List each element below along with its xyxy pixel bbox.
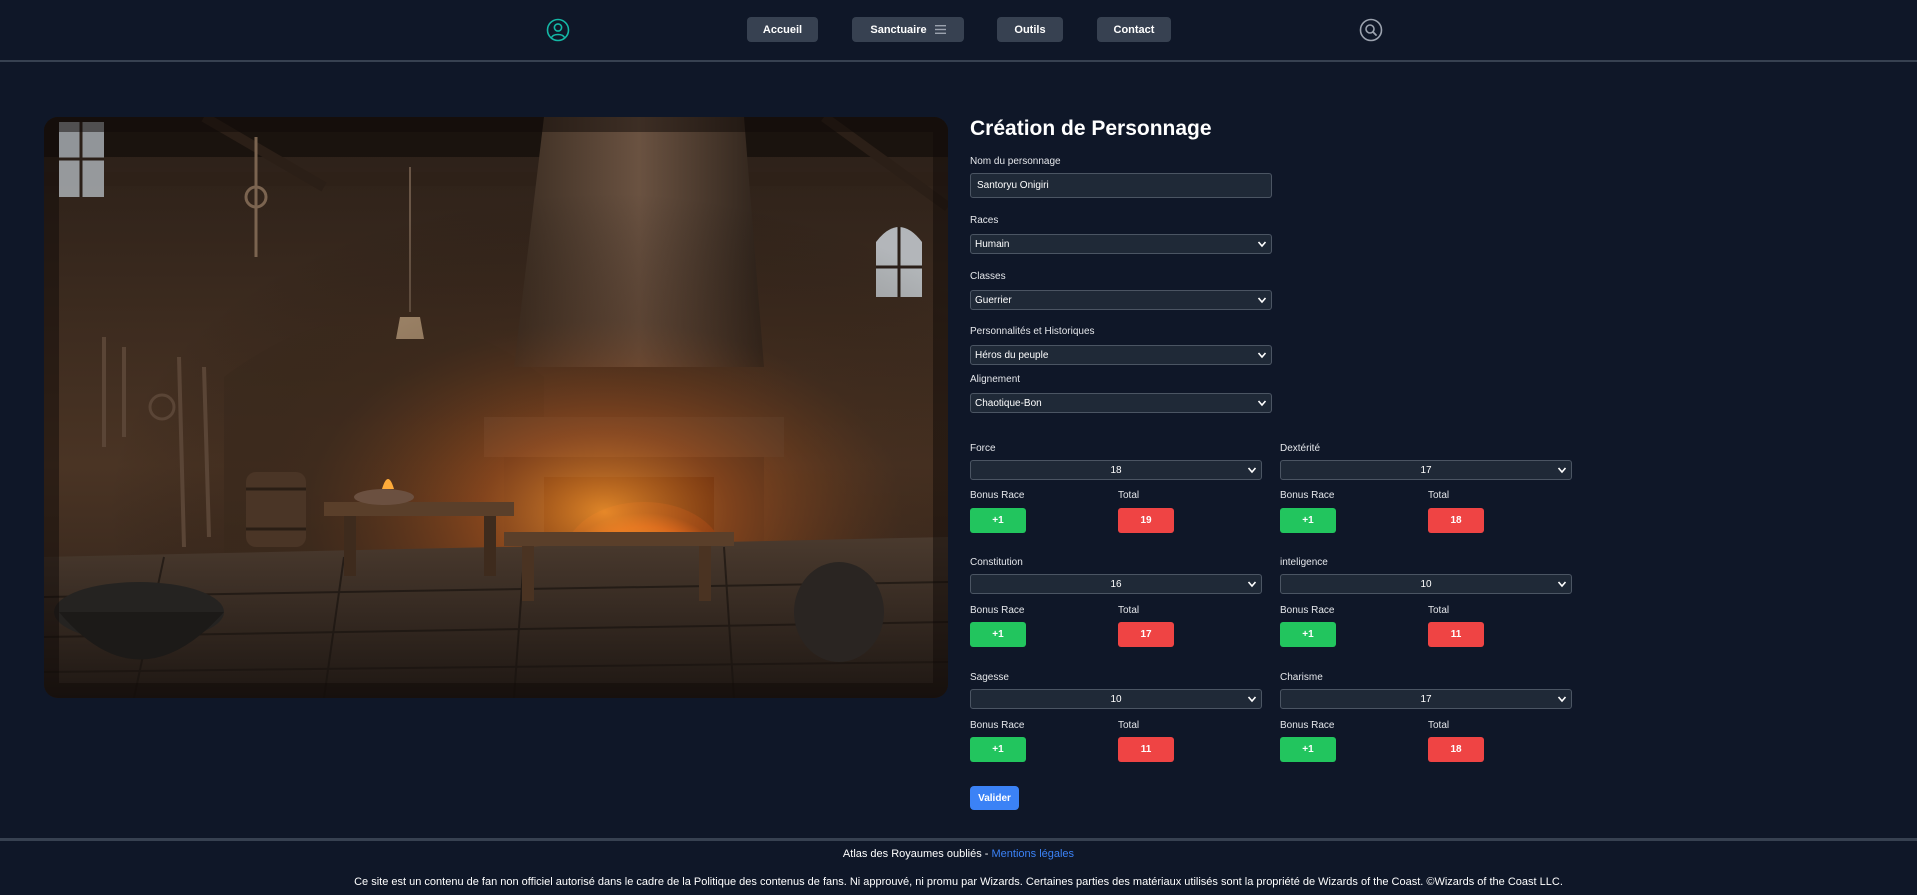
footer-divider xyxy=(0,838,1917,841)
stat-force-select[interactable]: 18 xyxy=(970,460,1262,480)
search-icon[interactable] xyxy=(1359,18,1383,42)
race-select-value: Humain xyxy=(975,238,1010,250)
race-label: Races xyxy=(970,215,999,226)
chevron-down-icon xyxy=(1257,241,1267,248)
submit-button[interactable]: Valider xyxy=(970,786,1019,810)
stat-dexterite-value: 17 xyxy=(1420,464,1432,476)
stat-dexterite-total-badge: 18 xyxy=(1428,508,1484,533)
background-select[interactable]: Héros du peuple xyxy=(970,345,1272,365)
chevron-down-icon xyxy=(1557,696,1567,703)
nav-contact-label: Contact xyxy=(1113,23,1155,36)
stat-charisme-total-badge: 18 xyxy=(1428,737,1484,762)
stat-force-bonus-badge: +1 xyxy=(970,508,1026,533)
top-navbar: Accueil Sanctuaire Outils Contact xyxy=(0,0,1917,62)
chevron-down-icon xyxy=(1257,297,1267,304)
class-select[interactable]: Guerrier xyxy=(970,290,1272,310)
nav-outils-label: Outils xyxy=(1014,23,1046,36)
stat-dexterite-bonus-label: Bonus Race xyxy=(1280,490,1335,501)
background-select-value: Héros du peuple xyxy=(975,349,1049,361)
stat-force-bonus-label: Bonus Race xyxy=(970,490,1025,501)
legal-notice-link[interactable]: Mentions légales xyxy=(992,848,1075,860)
menu-icon xyxy=(934,25,946,34)
nav-sanctuaire-label: Sanctuaire xyxy=(870,23,927,36)
stat-sagesse-total-badge: 11 xyxy=(1118,737,1174,762)
chevron-down-icon xyxy=(1247,467,1257,474)
stat-dexterite-select[interactable]: 17 xyxy=(1280,460,1572,480)
stat-force-total-label: Total xyxy=(1118,490,1140,501)
stat-charisme-bonus-label: Bonus Race xyxy=(1280,720,1335,731)
alignment-label: Alignement xyxy=(970,374,1021,385)
stat-force-value: 18 xyxy=(1110,464,1122,476)
chevron-down-icon xyxy=(1557,467,1567,474)
chevron-down-icon xyxy=(1257,352,1267,359)
forge-illustration xyxy=(44,117,948,698)
class-label: Classes xyxy=(970,271,1006,282)
stat-inteligence-total-label: Total xyxy=(1428,605,1450,616)
class-select-value: Guerrier xyxy=(975,294,1012,306)
stat-charisme-total-label: Total xyxy=(1428,720,1450,731)
stat-sagesse-total-label: Total xyxy=(1118,720,1140,731)
stat-constitution-bonus-badge: +1 xyxy=(970,622,1026,647)
stat-sagesse-value: 10 xyxy=(1110,693,1122,705)
stat-constitution-select[interactable]: 16 xyxy=(970,574,1262,594)
chevron-down-icon xyxy=(1247,581,1257,588)
stat-charisme-select[interactable]: 17 xyxy=(1280,689,1572,709)
stat-charisme-value: 17 xyxy=(1420,693,1432,705)
chevron-down-icon xyxy=(1247,696,1257,703)
character-name-input[interactable] xyxy=(970,173,1272,198)
stat-constitution-total-label: Total xyxy=(1118,605,1140,616)
nav-accueil-label: Accueil xyxy=(762,23,803,36)
footer-site-name: Atlas des Royaumes oubliés - xyxy=(842,848,992,860)
page-title: Création de Personnage xyxy=(970,117,1212,140)
nav-outils-button[interactable]: Outils xyxy=(997,17,1063,42)
stat-inteligence-select[interactable]: 10 xyxy=(1280,574,1572,594)
name-label: Nom du personnage xyxy=(970,156,1061,167)
stat-sagesse-bonus-label: Bonus Race xyxy=(970,720,1025,731)
alignment-select[interactable]: Chaotique-Bon xyxy=(970,393,1272,413)
stat-dexterite-bonus-badge: +1 xyxy=(1280,508,1336,533)
stat-force-label: Force xyxy=(970,443,996,454)
stat-inteligence-bonus-label: Bonus Race xyxy=(1280,605,1335,616)
stat-charisme-bonus-badge: +1 xyxy=(1280,737,1336,762)
stat-inteligence-label: inteligence xyxy=(1280,557,1328,568)
chevron-down-icon xyxy=(1557,581,1567,588)
user-icon[interactable] xyxy=(546,18,570,42)
stat-sagesse-select[interactable]: 10 xyxy=(970,689,1262,709)
footer-credits: Atlas des Royaumes oubliés - Mentions lé… xyxy=(0,848,1917,860)
race-select[interactable]: Humain xyxy=(970,234,1272,254)
stat-constitution-value: 16 xyxy=(1110,578,1122,590)
stat-constitution-bonus-label: Bonus Race xyxy=(970,605,1025,616)
stat-constitution-total-badge: 17 xyxy=(1118,622,1174,647)
footer-disclaimer: Ce site est un contenu de fan non offici… xyxy=(354,876,1563,888)
stat-inteligence-value: 10 xyxy=(1420,578,1432,590)
stat-inteligence-total-badge: 11 xyxy=(1428,622,1484,647)
nav-accueil-button[interactable]: Accueil xyxy=(747,17,818,42)
stat-sagesse-label: Sagesse xyxy=(970,672,1009,683)
chevron-down-icon xyxy=(1257,400,1267,407)
background-label: Personnalités et Historiques xyxy=(970,326,1095,337)
stat-dexterite-total-label: Total xyxy=(1428,490,1450,501)
stat-charisme-label: Charisme xyxy=(1280,672,1323,683)
stat-sagesse-bonus-badge: +1 xyxy=(970,737,1026,762)
stat-force-total-badge: 19 xyxy=(1118,508,1174,533)
nav-contact-button[interactable]: Contact xyxy=(1097,17,1171,42)
stat-dexterite-label: Dextérité xyxy=(1280,443,1321,454)
stat-constitution-label: Constitution xyxy=(970,557,1023,568)
alignment-select-value: Chaotique-Bon xyxy=(975,397,1042,409)
stat-inteligence-bonus-badge: +1 xyxy=(1280,622,1336,647)
nav-sanctuaire-button[interactable]: Sanctuaire xyxy=(852,17,964,42)
